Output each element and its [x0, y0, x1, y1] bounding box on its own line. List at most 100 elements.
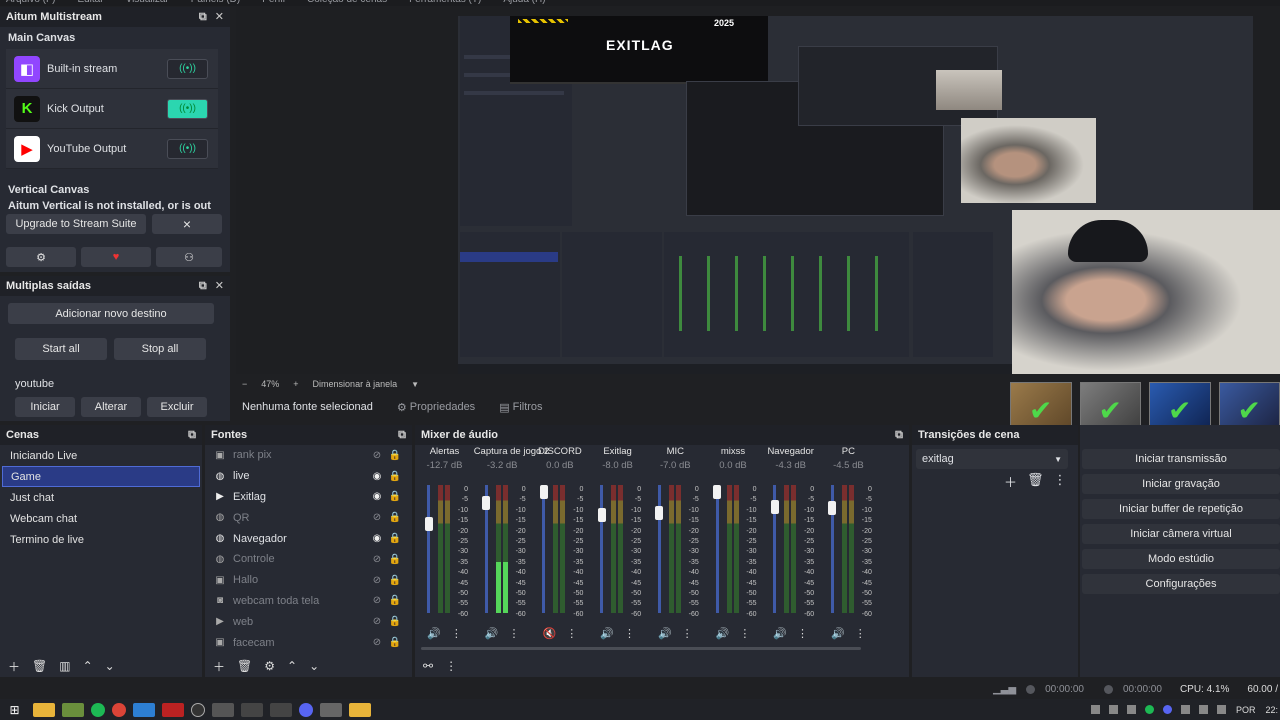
- volume-knob[interactable]: [539, 485, 548, 499]
- channel-menu-icon[interactable]: ⋮: [739, 627, 750, 640]
- volume-slider[interactable]: [655, 485, 664, 613]
- menu-item[interactable]: Editar: [77, 0, 103, 5]
- folder-icon[interactable]: [348, 702, 371, 717]
- discord-button[interactable]: ⚇: [156, 247, 222, 267]
- volume-slider[interactable]: [713, 485, 721, 613]
- close-icon[interactable]: ✕: [215, 280, 224, 292]
- app-icon[interactable]: [211, 702, 234, 717]
- muted-icon[interactable]: 🔇: [543, 627, 557, 640]
- output-toggle-button[interactable]: ((•)): [167, 98, 208, 119]
- scene-item[interactable]: Iniciando Live: [2, 445, 200, 466]
- lock-icon[interactable]: 🔒: [386, 533, 404, 544]
- lock-icon[interactable]: 🔒: [386, 595, 404, 606]
- tray-icon[interactable]: [1126, 705, 1136, 714]
- donate-button[interactable]: ♥: [81, 247, 151, 267]
- lock-icon[interactable]: 🔒: [386, 450, 404, 461]
- add-scene-icon[interactable]: ＋: [8, 658, 20, 675]
- channel-menu-icon[interactable]: ⋮: [797, 627, 808, 640]
- settings-button[interactable]: ⚙: [6, 247, 76, 267]
- mixer-scrollbar[interactable]: [421, 647, 861, 650]
- alterar-button[interactable]: Alterar: [81, 397, 141, 417]
- scene-filter-icon[interactable]: ▥: [59, 659, 70, 673]
- move-up-icon[interactable]: ⌃: [83, 659, 93, 673]
- app-icon[interactable]: [240, 702, 263, 717]
- excluir-button[interactable]: Excluir: [147, 397, 207, 417]
- app-icon[interactable]: [61, 702, 84, 717]
- speaker-icon[interactable]: 🔊: [831, 627, 845, 640]
- lock-icon[interactable]: 🔒: [386, 491, 404, 502]
- speaker-icon[interactable]: 🔊: [773, 627, 787, 640]
- dismiss-button[interactable]: ×: [152, 214, 222, 234]
- transition-menu-icon[interactable]: ⋮: [1054, 472, 1067, 491]
- clock[interactable]: 22:: [1265, 705, 1278, 715]
- iniciar-button[interactable]: Iniciar: [15, 397, 75, 417]
- source-item[interactable]: ◙ webcam toda tela ⊘ 🔒: [205, 591, 412, 612]
- tray-icon[interactable]: [1198, 705, 1208, 714]
- undock-icon[interactable]: ⧉: [199, 11, 207, 23]
- source-item[interactable]: ◍ Navegador ◉ 🔒: [205, 528, 412, 549]
- eye-icon[interactable]: ◉: [368, 533, 386, 544]
- output-toggle-button[interactable]: ((•)): [167, 138, 208, 159]
- discord-icon[interactable]: [298, 702, 313, 717]
- zoom-out-button[interactable]: −: [242, 379, 247, 389]
- eye-off-icon[interactable]: ⊘: [368, 616, 386, 627]
- eye-off-icon[interactable]: ⊘: [368, 554, 386, 565]
- move-down-icon[interactable]: ⌄: [309, 659, 319, 673]
- source-item[interactable]: ◍ QR ⊘ 🔒: [205, 507, 412, 528]
- volume-knob[interactable]: [482, 496, 491, 511]
- tray-icon[interactable]: [1216, 705, 1226, 714]
- app-icon[interactable]: [161, 702, 184, 717]
- undock-icon[interactable]: ⧉: [895, 429, 903, 441]
- spotify-icon[interactable]: [90, 702, 105, 717]
- control-button[interactable]: Iniciar buffer de repetição: [1082, 499, 1280, 519]
- source-properties-icon[interactable]: ⚙: [264, 659, 275, 673]
- tray-icon[interactable]: [1090, 705, 1100, 714]
- lock-icon[interactable]: 🔒: [386, 554, 404, 565]
- volume-knob[interactable]: [655, 505, 664, 520]
- control-button[interactable]: Iniciar gravação: [1082, 474, 1280, 494]
- undock-icon[interactable]: ⧉: [199, 280, 207, 292]
- eye-icon[interactable]: ◉: [368, 471, 386, 482]
- eye-off-icon[interactable]: ⊘: [368, 637, 386, 648]
- menu-item[interactable]: Ajuda (H): [503, 0, 545, 5]
- control-button[interactable]: Modo estúdio: [1082, 549, 1280, 569]
- remove-source-icon[interactable]: 🗑: [237, 659, 252, 673]
- eye-off-icon[interactable]: ⊘: [368, 575, 386, 586]
- source-item[interactable]: ▣ Hallo ⊘ 🔒: [205, 570, 412, 591]
- fit-window-label[interactable]: Dimensionar à janela: [313, 379, 398, 389]
- transition-select[interactable]: exitlag ▼: [916, 449, 1068, 469]
- source-item[interactable]: ▶ Exitlag ◉ 🔒: [205, 487, 412, 508]
- undock-icon[interactable]: ⧉: [188, 429, 196, 441]
- close-icon[interactable]: ✕: [215, 11, 224, 23]
- obs-icon[interactable]: [190, 702, 205, 717]
- stop-all-button[interactable]: Stop all: [114, 338, 206, 360]
- speaker-icon[interactable]: 🔊: [485, 627, 499, 640]
- zoom-in-button[interactable]: +: [293, 379, 298, 389]
- filters-button[interactable]: ▤ Filtros: [499, 401, 542, 414]
- output-toggle-button[interactable]: ((•)): [167, 58, 208, 79]
- lock-icon[interactable]: 🔒: [386, 637, 404, 648]
- channel-menu-icon[interactable]: ⋮: [624, 627, 635, 640]
- volume-knob[interactable]: [597, 507, 606, 522]
- undock-icon[interactable]: ⧉: [398, 429, 406, 441]
- start-all-button[interactable]: Start all: [15, 338, 107, 360]
- move-up-icon[interactable]: ⌃: [287, 659, 297, 673]
- lock-icon[interactable]: 🔒: [386, 512, 404, 523]
- channel-menu-icon[interactable]: ⋮: [855, 627, 866, 640]
- volume-knob[interactable]: [770, 499, 779, 514]
- properties-button[interactable]: ⚙ Propriedades: [397, 401, 475, 414]
- preview-canvas[interactable]: EXITLAG 2025: [236, 6, 1280, 374]
- volume-slider[interactable]: [539, 485, 548, 613]
- speaker-icon[interactable]: 🔊: [600, 627, 614, 640]
- menu-item[interactable]: Ferramentas (T): [409, 0, 481, 5]
- volume-knob[interactable]: [828, 500, 837, 515]
- source-item[interactable]: ◍ live ◉ 🔒: [205, 466, 412, 487]
- tray-icon[interactable]: [1144, 705, 1154, 714]
- lock-icon[interactable]: 🔒: [386, 471, 404, 482]
- speaker-icon[interactable]: 🔊: [658, 627, 672, 640]
- scene-item[interactable]: Webcam chat: [2, 508, 200, 529]
- control-button[interactable]: Iniciar câmera virtual: [1082, 524, 1280, 544]
- keyboard-language[interactable]: POR: [1236, 705, 1256, 715]
- speaker-icon[interactable]: 🔊: [716, 627, 730, 640]
- eye-off-icon[interactable]: ⊘: [368, 512, 386, 523]
